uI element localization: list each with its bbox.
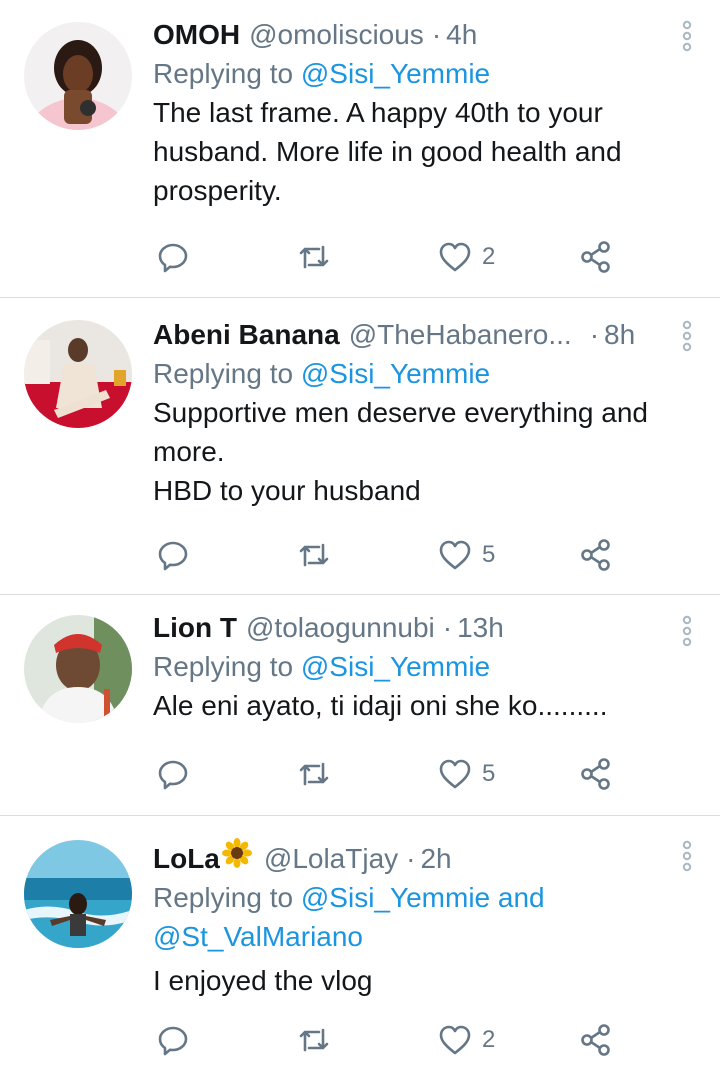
reply-icon: [158, 760, 188, 790]
mention-link[interactable]: @Sisi_Yemmie: [301, 358, 490, 389]
share-icon: [581, 539, 610, 571]
tweet-text-line: The last frame. A happy 40th to your: [153, 97, 603, 128]
share-icon: [581, 758, 610, 790]
mention-link[interactable]: @St_ValMariano: [153, 921, 363, 952]
mention-joiner[interactable]: and: [498, 882, 545, 913]
like-count: 5: [482, 760, 496, 787]
avatar[interactable]: [24, 615, 132, 723]
share-icon: [581, 241, 610, 273]
user-handle[interactable]: @LolaTjay: [264, 842, 398, 876]
reply-icon: [158, 1026, 188, 1056]
more-vertical-icon[interactable]: [680, 840, 694, 872]
tweet-text: Supportive men deserve everything and mo…: [153, 393, 662, 510]
like-button[interactable]: 5: [438, 756, 495, 792]
like-count: 5: [482, 541, 496, 568]
timestamp[interactable]: 13h: [457, 611, 504, 645]
user-handle[interactable]: @tolaogunnubi: [246, 611, 435, 645]
like-button[interactable]: 2: [438, 1022, 495, 1058]
user-handle[interactable]: @omoliscious: [249, 18, 424, 52]
like-button[interactable]: 2: [438, 239, 495, 275]
replying-to-label: Replying to: [153, 651, 294, 682]
separator-dot: ·: [431, 19, 442, 50]
avatar[interactable]: [24, 840, 132, 948]
display-name[interactable]: OMOH: [153, 18, 240, 52]
sunflower-icon: [221, 838, 252, 868]
separator-dot: ·: [442, 612, 453, 643]
reply-button[interactable]: [156, 756, 190, 792]
heart-icon: [439, 540, 471, 570]
like-button[interactable]: 5: [438, 537, 495, 573]
tweet-text-line: Ale eni ayato, ti idaji oni she ko......…: [153, 690, 608, 721]
tweet-text-line: prosperity.: [153, 175, 282, 206]
display-name[interactable]: Abeni Banana: [153, 318, 340, 352]
reply-button[interactable]: [156, 239, 190, 275]
retweet-icon: [299, 245, 329, 269]
tweet-feed: OMOH @omoliscious · 4h Replying to @Sisi…: [0, 0, 720, 1071]
share-button[interactable]: [580, 756, 612, 792]
share-button[interactable]: [580, 239, 612, 275]
retweet-icon: [299, 762, 329, 786]
replying-to: Replying to @Sisi_Yemmie: [153, 354, 662, 393]
tweet-text-line: Supportive men deserve everything and: [153, 397, 648, 428]
like-count: 2: [482, 1026, 496, 1053]
replying-to: Replying to @Sisi_Yemmie and @St_ValMari…: [153, 878, 662, 956]
tweet-text-line: husband. More life in good health and: [153, 136, 622, 167]
tweet[interactable]: LoLa @LolaTjay · 2h Replying to @Sisi_Ye…: [0, 816, 720, 1071]
avatar[interactable]: [24, 22, 132, 130]
more-vertical-icon[interactable]: [680, 20, 694, 52]
replying-to-label: Replying to: [153, 358, 294, 389]
tweet-text: Ale eni ayato, ti idaji oni she ko......…: [153, 686, 662, 725]
tweet-text: I enjoyed the vlog: [153, 961, 662, 1000]
more-vertical-icon[interactable]: [680, 615, 694, 647]
replying-to: Replying to @Sisi_Yemmie: [153, 647, 662, 686]
tweet-text-line: more.: [153, 436, 225, 467]
retweet-button[interactable]: [296, 1022, 332, 1058]
heart-icon: [439, 242, 471, 272]
timestamp[interactable]: 2h: [420, 842, 451, 876]
display-name[interactable]: Lion T: [153, 611, 237, 645]
share-button[interactable]: [580, 1022, 612, 1058]
reply-icon: [158, 541, 188, 571]
tweet-text-line: HBD to your husband: [153, 475, 421, 506]
reply-button[interactable]: [156, 537, 190, 573]
timestamp[interactable]: 8h: [604, 318, 635, 352]
tweet[interactable]: Lion T @tolaogunnubi · 13h Replying to @…: [0, 595, 720, 816]
retweet-icon: [299, 1028, 329, 1052]
mention-link[interactable]: @Sisi_Yemmie: [301, 882, 490, 913]
share-icon: [581, 1024, 610, 1056]
retweet-button[interactable]: [296, 537, 332, 573]
user-handle[interactable]: @TheHabanero...: [349, 318, 572, 352]
tweet[interactable]: OMOH @omoliscious · 4h Replying to @Sisi…: [0, 0, 720, 298]
more-vertical-icon[interactable]: [680, 320, 694, 352]
mention-link[interactable]: @Sisi_Yemmie: [301, 651, 490, 682]
retweet-button[interactable]: [296, 756, 332, 792]
separator-dot: ·: [406, 843, 416, 874]
heart-icon: [439, 1025, 471, 1055]
tweet-text: The last frame. A happy 40th to your hus…: [153, 93, 662, 210]
replying-to-label: Replying to: [153, 882, 294, 913]
reply-icon: [158, 243, 188, 273]
tweet-text-line: I enjoyed the vlog: [153, 965, 373, 996]
heart-icon: [439, 759, 471, 789]
retweet-button[interactable]: [296, 239, 332, 275]
reply-button[interactable]: [156, 1022, 190, 1058]
replying-to-label: Replying to: [153, 58, 294, 89]
mention-link[interactable]: @Sisi_Yemmie: [301, 58, 490, 89]
avatar[interactable]: [24, 320, 132, 428]
tweet[interactable]: Abeni Banana @TheHabanero... · 8h Replyi…: [0, 298, 720, 595]
timestamp[interactable]: 4h: [446, 18, 477, 52]
share-button[interactable]: [580, 537, 612, 573]
like-count: 2: [482, 243, 496, 270]
replying-to: Replying to @Sisi_Yemmie: [153, 54, 662, 93]
display-name[interactable]: LoLa: [153, 842, 220, 876]
separator-dot: ·: [589, 319, 600, 350]
retweet-icon: [299, 543, 329, 567]
